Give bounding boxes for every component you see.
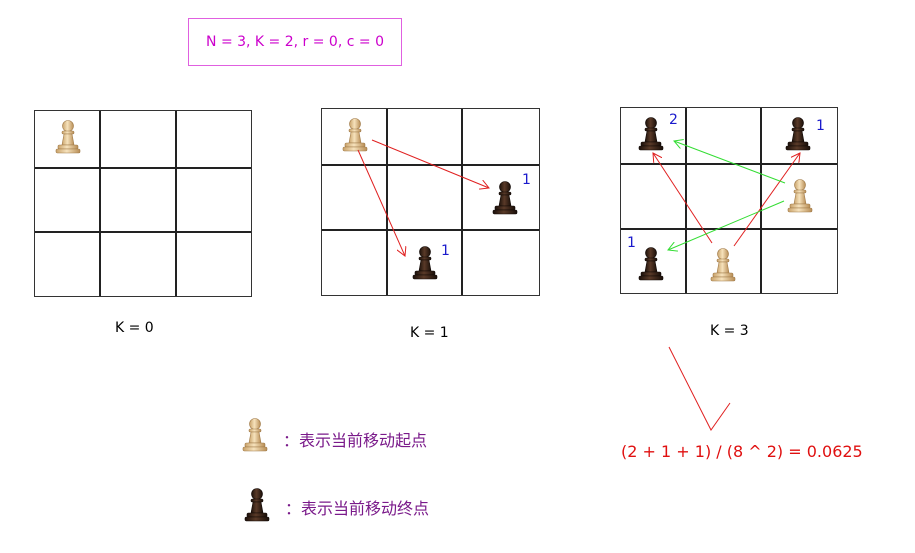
move-arrow (371, 139, 489, 188)
light-pawn-icon (240, 416, 270, 454)
arrows-layer (357, 0, 915, 431)
result-formula: (2 + 1 + 1) / (8 ^ 2) = 0.0625 (621, 442, 863, 461)
move-arrow (653, 153, 713, 244)
legend-start-text: ：表示当前移动起点 (283, 431, 428, 450)
move-arrow (674, 141, 786, 184)
move-arrow (668, 200, 785, 250)
dark-pawn-icon (242, 486, 272, 524)
result-arrow (668, 346, 731, 431)
move-arrow (357, 149, 405, 256)
legend-end-text: ：表示当前移动终点 (285, 499, 430, 518)
